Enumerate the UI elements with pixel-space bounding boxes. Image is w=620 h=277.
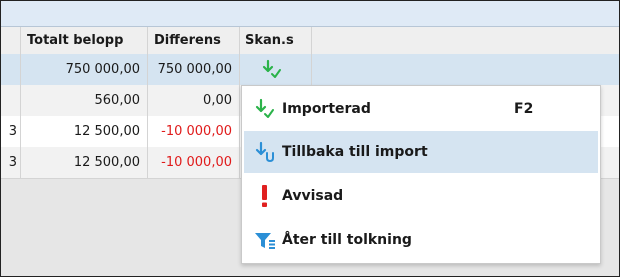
column-header-scan-status[interactable]: Skan.s — [240, 27, 312, 54]
back-to-import-icon — [255, 141, 274, 163]
difference-cell: 0,00 — [148, 85, 240, 116]
difference-cell: -10 000,00 — [148, 116, 240, 147]
exclamation-icon — [262, 185, 267, 207]
scan-status-cell[interactable] — [240, 54, 312, 85]
menu-item-shortcut: F2 — [514, 101, 534, 117]
menu-item-label: Avvisad — [282, 188, 344, 204]
scan-status-context-menu: Importerad F2 Tillbaka till import Avvis… — [241, 85, 601, 264]
imported-check-icon — [255, 98, 274, 118]
grid-header-row: Totalt belopp Differens Skan.s — [1, 27, 619, 55]
row-id-cell — [1, 85, 21, 116]
menu-item-back-to-interpretation[interactable]: Åter till tolkning — [244, 219, 598, 261]
filter-icon — [255, 233, 275, 249]
difference-cell: -10 000,00 — [148, 147, 240, 178]
menu-item-imported[interactable]: Importerad F2 — [244, 88, 598, 130]
total-amount-cell: 560,00 — [21, 85, 148, 116]
table-row[interactable]: 750 000,00 750 000,00 — [1, 54, 619, 85]
menu-item-back-to-import[interactable]: Tillbaka till import — [244, 131, 598, 173]
total-amount-cell: 12 500,00 — [21, 147, 148, 178]
menu-item-rejected[interactable]: Avvisad — [244, 175, 598, 217]
total-amount-cell: 750 000,00 — [21, 54, 148, 85]
difference-cell: 750 000,00 — [148, 54, 240, 85]
row-id-cell: 3 — [1, 116, 21, 147]
menu-item-label: Importerad — [282, 101, 371, 117]
toolbar-band — [1, 1, 619, 27]
column-header-total-amount[interactable]: Totalt belopp — [21, 27, 148, 54]
imported-check-icon — [262, 59, 281, 78]
column-header-id[interactable] — [1, 27, 21, 54]
menu-item-label: Tillbaka till import — [282, 144, 428, 160]
row-id-cell — [1, 54, 21, 85]
window-frame: Totalt belopp Differens Skan.s 750 000,0… — [0, 0, 620, 277]
menu-item-label: Åter till tolkning — [282, 232, 412, 248]
row-id-cell: 3 — [1, 147, 21, 178]
total-amount-cell: 12 500,00 — [21, 116, 148, 147]
column-header-difference[interactable]: Differens — [148, 27, 240, 54]
